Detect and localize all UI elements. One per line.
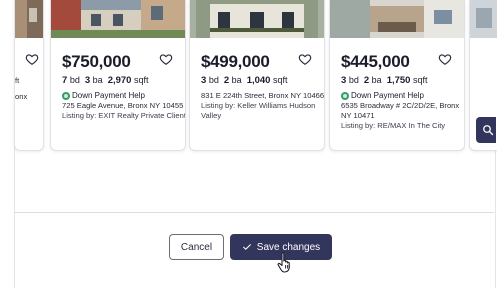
listing-specs: 3 bd 2 ba 1,040 sqft xyxy=(201,75,288,86)
listing-broker: Listing by: EXIT Realty Private Client xyxy=(62,111,186,120)
listing-price: $445,000 xyxy=(341,52,410,71)
listing-photo xyxy=(470,0,497,38)
beds-unit: bd xyxy=(348,75,359,85)
search-icon xyxy=(483,125,494,136)
down-payment-icon xyxy=(341,91,349,100)
hand-pointer-icon xyxy=(277,252,290,273)
baths-unit: ba xyxy=(92,75,103,85)
listing-specs: 7 bd 3 ba 2,970 sqft xyxy=(62,75,149,86)
search-button[interactable] xyxy=(476,117,496,143)
listing-broker: Listing by: RE/MAX In The City xyxy=(341,121,446,130)
listing-card[interactable]: $445,000 3 bd 2 ba 1,750 sqft Down Payme… xyxy=(329,0,465,151)
heart-icon[interactable] xyxy=(159,52,173,66)
listing-photo xyxy=(15,0,43,38)
beds-unit: bd xyxy=(208,75,219,85)
down-payment-icon xyxy=(62,91,70,100)
heart-icon[interactable] xyxy=(298,52,312,66)
baths-value: 2 xyxy=(223,75,230,86)
listing-address: 831 E 224th Street, Bronx NY 10466 xyxy=(201,91,325,100)
sqft-unit: sqft xyxy=(412,75,428,85)
baths-value: 2 xyxy=(363,75,370,86)
baths-value: 3 xyxy=(84,75,91,86)
cancel-button-label: Cancel xyxy=(180,241,213,253)
listing-price: $499,000 xyxy=(201,52,270,71)
cancel-button[interactable]: Cancel xyxy=(169,234,224,260)
partial-card-text: ft xyxy=(15,76,20,85)
sqft-unit: sqft xyxy=(133,75,149,85)
listing-card-partial[interactable]: ft onx xyxy=(14,0,44,151)
check-icon xyxy=(242,244,251,250)
sqft-value: 2,970 xyxy=(107,75,132,86)
beds-value: 3 xyxy=(341,75,347,86)
beds-value: 7 xyxy=(62,75,68,86)
listing-specs: 3 bd 2 ba 1,750 sqft xyxy=(341,75,428,86)
sqft-unit: sqft xyxy=(272,75,288,85)
heart-icon[interactable] xyxy=(25,52,39,66)
sqft-value: 1,040 xyxy=(246,75,271,86)
listing-address: 6535 Broadway # 2C/2D/2E, Bronx NY 10471 xyxy=(341,101,460,120)
listing-price: $750,000 xyxy=(62,52,131,71)
beds-unit: bd xyxy=(69,75,80,85)
listing-broker: Listing by: Keller Williams Hudson Valle… xyxy=(201,101,316,120)
down-payment-badge: Down Payment Help xyxy=(62,91,145,100)
listing-address-block: 6535 Broadway # 2C/2D/2E, Bronx NY 10471… xyxy=(341,101,464,131)
listing-photo xyxy=(330,0,464,38)
down-payment-badge: Down Payment Help xyxy=(341,91,424,100)
baths-unit: ba xyxy=(231,75,242,85)
heart-icon[interactable] xyxy=(438,52,452,66)
badge-label: Down Payment Help xyxy=(351,91,424,100)
listing-card[interactable]: $499,000 3 bd 2 ba 1,040 sqft 831 E 224t… xyxy=(189,0,325,151)
listing-photo xyxy=(51,0,185,38)
listing-address: 725 Eagle Avenue, Bronx NY 10455 xyxy=(62,101,184,110)
badge-label: Down Payment Help xyxy=(72,91,145,100)
baths-unit: ba xyxy=(371,75,382,85)
listing-address-block: 725 Eagle Avenue, Bronx NY 10455 Listing… xyxy=(62,101,186,121)
listing-photo xyxy=(190,0,324,38)
beds-value: 3 xyxy=(201,75,207,86)
listing-card[interactable]: $750,000 7 bd 3 ba 2,970 sqft Down Payme… xyxy=(50,0,186,151)
partial-card-text: onx xyxy=(15,92,28,101)
footer-divider xyxy=(14,212,494,213)
listing-address-block: 831 E 224th Street, Bronx NY 10466 Listi… xyxy=(201,91,325,121)
sqft-value: 1,750 xyxy=(386,75,411,86)
